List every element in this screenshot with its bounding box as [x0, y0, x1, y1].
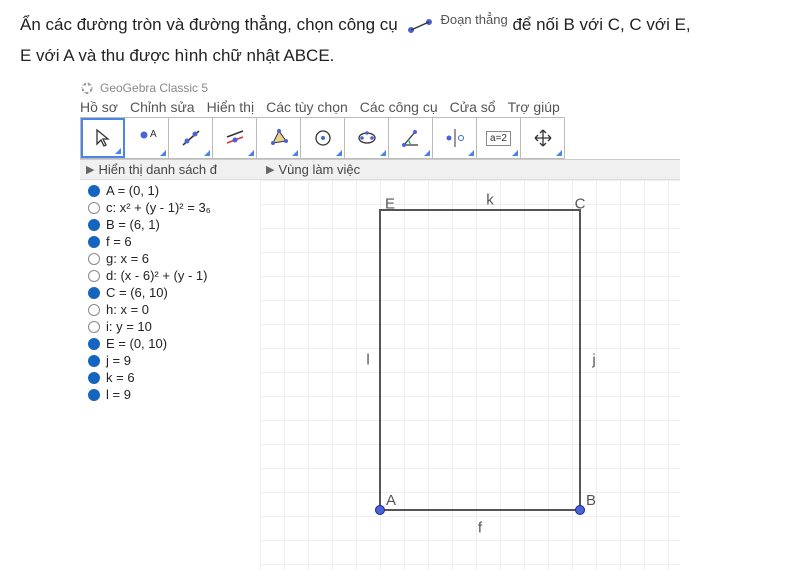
visibility-dot-icon[interactable] — [88, 389, 100, 401]
graphics-panel: ▶ Vùng làm việc A B C E f j k — [260, 160, 680, 570]
arrow-icon — [92, 127, 114, 149]
object-label: k = 6 — [106, 370, 135, 385]
object-item[interactable]: c: x² + (y - 1)² = 3₆ — [80, 199, 260, 216]
menu-tools[interactable]: Các công cụ — [360, 99, 438, 115]
tool-polygon[interactable] — [257, 118, 301, 158]
move-view-icon — [532, 127, 554, 149]
angle-icon — [400, 127, 422, 149]
segment-icon — [406, 18, 434, 34]
graphics-canvas[interactable]: A B C E f j k l — [260, 180, 680, 570]
polygon-icon — [268, 127, 290, 149]
visibility-dot-icon[interactable] — [88, 372, 100, 384]
tool-ellipse[interactable] — [345, 118, 389, 158]
line-icon — [180, 127, 202, 149]
instr-part1: Ẩn các đường tròn và đường thẳng, chọn c… — [20, 15, 398, 34]
algebra-panel: ▶ Hiển thị danh sách đ A = (0, 1) c: x² +… — [80, 160, 260, 570]
menu-file[interactable]: Hồ sơ — [80, 99, 118, 115]
collapse-arrow-icon: ▶ — [266, 163, 274, 176]
visibility-dot-icon[interactable] — [88, 202, 100, 214]
object-label: d: (x - 6)² + (y - 1) — [106, 268, 207, 283]
graphics-panel-header[interactable]: ▶ Vùng làm việc — [260, 160, 680, 180]
visibility-dot-icon[interactable] — [88, 321, 100, 333]
slider-icon: a=2 — [486, 131, 511, 146]
tool-move[interactable] — [81, 118, 125, 158]
object-label: c: x² + (y - 1)² = 3₆ — [106, 200, 211, 215]
menu-edit[interactable]: Chỉnh sửa — [130, 99, 195, 115]
object-label: j = 9 — [106, 353, 131, 368]
app-title-bar: GeoGebra Classic 5 — [80, 81, 680, 95]
visibility-dot-icon[interactable] — [88, 355, 100, 367]
instr-part2: để nối B với C, C với E, — [512, 15, 690, 34]
tool-move-view[interactable] — [521, 118, 565, 158]
object-item[interactable]: d: (x - 6)² + (y - 1) — [80, 267, 260, 284]
instr-part3: E với A và thu được hình chữ nhật ABCE. — [20, 46, 334, 65]
object-item[interactable]: g: x = 6 — [80, 250, 260, 267]
algebra-panel-title: Hiển thị danh sách đ — [98, 162, 217, 177]
segment-tool-label: Đoạn thẳng — [440, 8, 507, 31]
object-item[interactable]: l = 9 — [80, 386, 260, 403]
object-list: A = (0, 1) c: x² + (y - 1)² = 3₆ B = (6, 1… — [80, 180, 260, 405]
menu-options[interactable]: Các tùy chọn — [266, 99, 348, 115]
visibility-dot-icon[interactable] — [88, 253, 100, 265]
menu-bar: Hồ sơ Chỉnh sửa Hiển thị Các tùy chọn Cá… — [80, 99, 680, 115]
segment-tool-inline: Đoạn thẳng — [402, 14, 507, 37]
tool-line[interactable] — [169, 118, 213, 158]
visibility-dot-icon[interactable] — [88, 236, 100, 248]
graphics-panel-title: Vùng làm việc — [278, 162, 360, 177]
tool-point[interactable]: A — [125, 118, 169, 158]
collapse-arrow-icon: ▶ — [86, 163, 94, 176]
object-label: i: y = 10 — [106, 319, 152, 334]
circle-icon — [312, 127, 334, 149]
object-item[interactable]: k = 6 — [80, 369, 260, 386]
instruction-text: Ẩn các đường tròn và đường thẳng, chọn c… — [20, 10, 781, 71]
object-label: l = 9 — [106, 387, 131, 402]
point-A[interactable] — [375, 505, 385, 515]
menu-view[interactable]: Hiển thị — [207, 99, 254, 115]
object-label: f = 6 — [106, 234, 132, 249]
reflect-icon — [444, 127, 466, 149]
object-item[interactable]: h: x = 0 — [80, 301, 260, 318]
point-icon: A — [136, 127, 158, 149]
app-logo-icon — [80, 81, 94, 95]
algebra-panel-header[interactable]: ▶ Hiển thị danh sách đ — [80, 160, 260, 180]
toolbar: A — [80, 117, 565, 159]
object-label: g: x = 6 — [106, 251, 149, 266]
visibility-dot-icon[interactable] — [88, 185, 100, 197]
rectangle-shape — [260, 180, 680, 570]
tool-reflect[interactable] — [433, 118, 477, 158]
menu-help[interactable]: Trợ giúp — [508, 99, 560, 115]
visibility-dot-icon[interactable] — [88, 338, 100, 350]
tool-slider[interactable]: a=2 — [477, 118, 521, 158]
svg-text:A: A — [150, 129, 157, 140]
object-label: C = (6, 10) — [106, 285, 168, 300]
tool-circle[interactable] — [301, 118, 345, 158]
conic-icon — [356, 127, 378, 149]
menu-window[interactable]: Cửa sổ — [450, 99, 496, 115]
object-item[interactable]: f = 6 — [80, 233, 260, 250]
object-item[interactable]: i: y = 10 — [80, 318, 260, 335]
visibility-dot-icon[interactable] — [88, 304, 100, 316]
object-item[interactable]: C = (6, 10) — [80, 284, 260, 301]
visibility-dot-icon[interactable] — [88, 270, 100, 282]
object-item[interactable]: B = (6, 1) — [80, 216, 260, 233]
visibility-dot-icon[interactable] — [88, 287, 100, 299]
tool-perpendicular[interactable] — [213, 118, 257, 158]
object-item[interactable]: E = (0, 10) — [80, 335, 260, 352]
app-title: GeoGebra Classic 5 — [100, 81, 208, 95]
tool-angle[interactable] — [389, 118, 433, 158]
point-B[interactable] — [575, 505, 585, 515]
object-label: B = (6, 1) — [106, 217, 160, 232]
object-item[interactable]: j = 9 — [80, 352, 260, 369]
visibility-dot-icon[interactable] — [88, 219, 100, 231]
object-label: A = (0, 1) — [106, 183, 159, 198]
geogebra-app: GeoGebra Classic 5 Hồ sơ Chỉnh sửa Hiển … — [80, 81, 680, 570]
object-label: E = (0, 10) — [106, 336, 167, 351]
object-item[interactable]: A = (0, 1) — [80, 182, 260, 199]
parallel-icon — [224, 127, 246, 149]
object-label: h: x = 0 — [106, 302, 149, 317]
